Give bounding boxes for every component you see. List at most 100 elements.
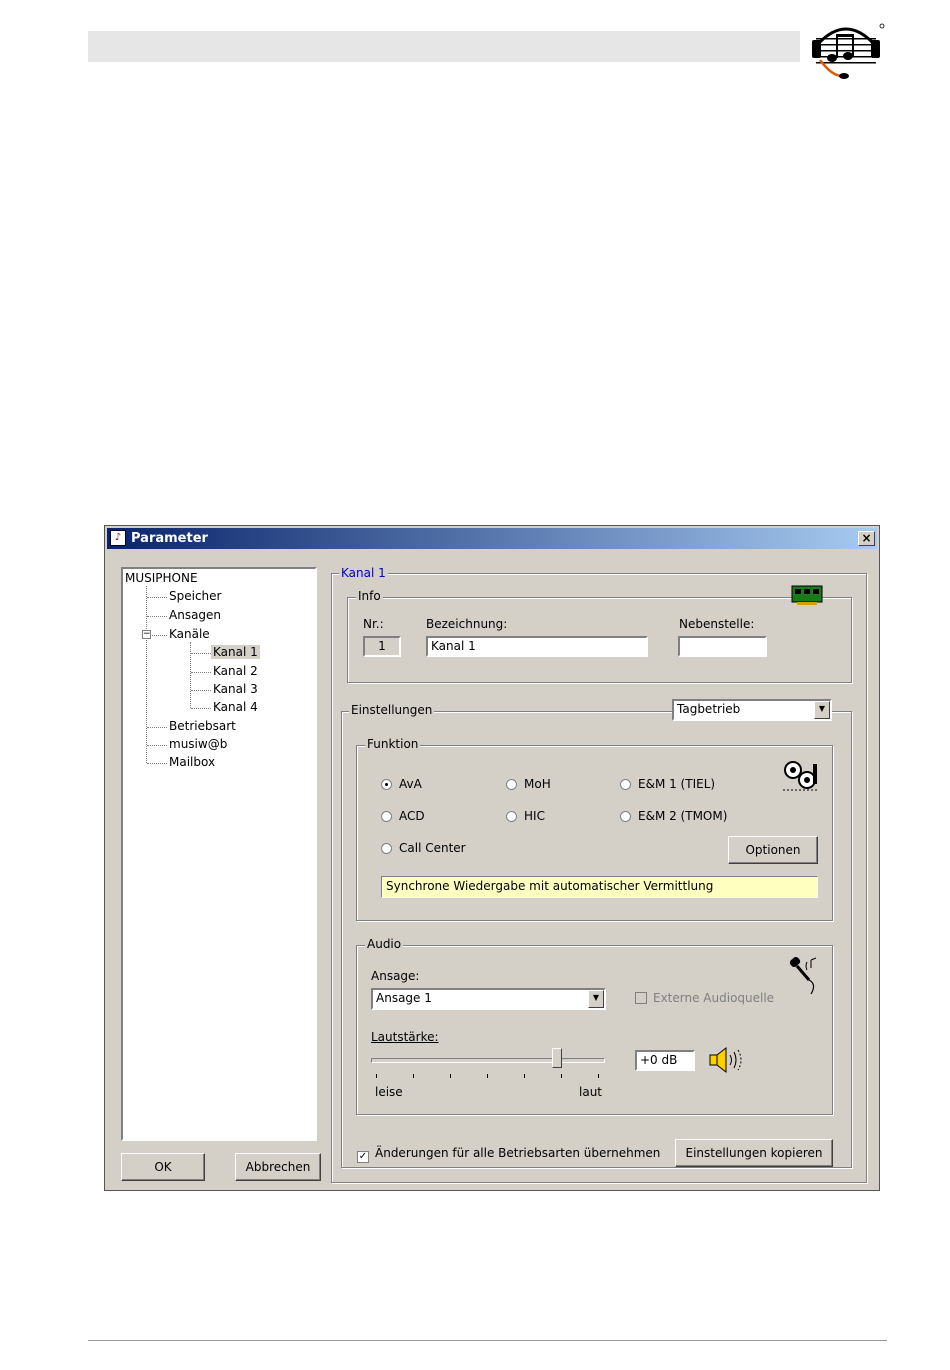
slider-max-label: laut — [579, 1085, 602, 1099]
slider-tick — [561, 1074, 562, 1078]
bezeichnung-label: Bezeichnung: — [426, 617, 508, 631]
slider-min-label: leise — [375, 1085, 403, 1099]
radio-em2-label: E&M 2 (TMOM) — [638, 809, 728, 823]
tree-connector — [191, 672, 211, 673]
cancel-button[interactable]: Abbrechen — [235, 1153, 321, 1181]
tree-connector — [147, 745, 167, 746]
alle-betriebsarten-label: Änderungen für alle Betriebsarten überne… — [375, 1146, 661, 1160]
slider-tick — [413, 1074, 414, 1078]
optionen-button[interactable]: Optionen — [728, 836, 818, 864]
function-description: Synchrone Wiedergabe mit automatischer V… — [381, 876, 818, 898]
radio-icon — [620, 811, 631, 822]
slider-tick — [487, 1074, 488, 1078]
radio-selected-icon — [381, 779, 392, 790]
radio-em1-label: E&M 1 (TIEL) — [638, 777, 716, 791]
betriebsart-select-value: Tagbetrieb — [677, 702, 741, 716]
externe-audioquelle-checkbox[interactable]: Externe Audioquelle — [635, 991, 774, 1005]
tree-item-ansagen[interactable]: Ansagen — [169, 608, 221, 622]
funktion-group-label: Funktion — [365, 737, 421, 751]
tree-item-kanaele[interactable]: Kanäle — [169, 627, 210, 641]
info-group-label: Info — [356, 589, 383, 603]
radio-em1[interactable]: E&M 1 (TIEL) — [620, 777, 715, 791]
slider-tick — [524, 1074, 525, 1078]
info-group: Info Nr.: 1 Bezeichnung: Kanal 1 Nebenst… — [347, 585, 852, 683]
tree-connector — [191, 653, 211, 654]
channel-panel: Kanal 1 Info Nr.: 1 Bezeichnung: Kanal 1… — [331, 566, 867, 1183]
app-icon: ♪ — [110, 530, 126, 546]
tree-connector — [152, 635, 167, 636]
telephone-tape-icon — [781, 758, 821, 794]
tree-connector — [147, 597, 167, 598]
volume-slider-track[interactable] — [371, 1058, 605, 1063]
radio-icon — [620, 779, 631, 790]
ansage-select[interactable]: Ansage 1 ▼ — [371, 988, 606, 1010]
radio-icon — [506, 779, 517, 790]
slider-tick — [376, 1074, 377, 1078]
radio-moh[interactable]: MoH — [506, 777, 551, 791]
radio-em2[interactable]: E&M 2 (TMOM) — [620, 809, 727, 823]
check-icon: ✓ — [357, 1151, 369, 1163]
channel-panel-title: Kanal 1 — [339, 566, 388, 580]
circuit-board-icon — [791, 584, 825, 606]
tree-item-kanal-2[interactable]: Kanal 2 — [213, 664, 258, 678]
einstellungen-group: Einstellungen Tagbetrieb ▼ Funktion AvA … — [341, 699, 852, 1168]
tree-item-mailbox[interactable]: Mailbox — [169, 755, 215, 769]
radio-ava-label: AvA — [399, 777, 422, 791]
tree-item-musiphone[interactable]: MUSIPHONE — [125, 571, 198, 585]
radio-icon — [381, 811, 392, 822]
tree-connector — [191, 690, 211, 691]
radio-ava[interactable]: AvA — [381, 777, 422, 791]
radio-acd[interactable]: ACD — [381, 809, 425, 823]
tree-item-kanal-3[interactable]: Kanal 3 — [213, 682, 258, 696]
chevron-down-icon[interactable]: ▼ — [588, 990, 604, 1008]
tree-item-musiwb[interactable]: musiw@b — [169, 737, 227, 751]
nr-label: Nr.: — [363, 617, 384, 631]
close-button[interactable]: × — [858, 531, 875, 546]
audio-group-label: Audio — [365, 937, 404, 951]
tree-connector — [191, 708, 211, 709]
db-value-field: +0 dB — [635, 1050, 695, 1071]
tree-item-betriebsart[interactable]: Betriebsart — [169, 719, 236, 733]
tree-connector — [146, 586, 147, 763]
tree-item-kanal-4[interactable]: Kanal 4 — [213, 700, 258, 714]
radio-icon — [506, 811, 517, 822]
chevron-down-icon[interactable]: ▼ — [814, 701, 830, 719]
navigation-tree[interactable]: MUSIPHONE Speicher Ansagen − Kanäle Kana… — [121, 567, 317, 1141]
ansage-select-value: Ansage 1 — [376, 991, 432, 1005]
dialog-title: Parameter — [131, 531, 208, 546]
microphone-icon — [785, 954, 821, 996]
tree-item-speicher[interactable]: Speicher — [169, 589, 221, 603]
tree-connector — [147, 616, 167, 617]
nebenstelle-label: Nebenstelle: — [679, 617, 755, 631]
radio-moh-label: MoH — [524, 777, 551, 791]
lautstaerke-label: Lautstärke: — [371, 1030, 439, 1044]
tree-connector — [147, 763, 167, 764]
tree-connector — [147, 727, 167, 728]
page-header-bar — [88, 31, 800, 62]
radio-icon — [381, 843, 392, 854]
speaker-icon — [708, 1046, 746, 1074]
ok-button[interactable]: OK — [121, 1153, 205, 1181]
einstellungen-kopieren-button[interactable]: Einstellungen kopieren — [675, 1139, 833, 1167]
music-notes-headset-logo-icon — [802, 14, 888, 84]
radio-call-center[interactable]: Call Center — [381, 841, 466, 855]
audio-group: Audio Ansage: Ansage 1 ▼ Externe Audioqu… — [356, 937, 833, 1115]
bezeichnung-input[interactable]: Kanal 1 — [426, 636, 648, 657]
radio-acd-label: ACD — [399, 809, 425, 823]
funktion-group: Funktion AvA MoH E&M 1 (TIEL) ACD HIC E&… — [356, 737, 833, 921]
collapse-icon[interactable]: − — [142, 630, 151, 639]
nr-field: 1 — [363, 636, 401, 657]
volume-slider-thumb[interactable] — [551, 1048, 562, 1068]
betriebsart-select[interactable]: Tagbetrieb ▼ — [672, 699, 832, 721]
einstellungen-group-label: Einstellungen — [349, 703, 435, 717]
footer-rule — [88, 1340, 887, 1341]
nebenstelle-input[interactable] — [678, 636, 767, 657]
tree-connector — [190, 642, 191, 708]
tree-item-kanal-1[interactable]: Kanal 1 — [211, 645, 260, 659]
title-bar[interactable]: ♪ Parameter × — [107, 528, 877, 549]
radio-hic[interactable]: HIC — [506, 809, 545, 823]
ansage-label: Ansage: — [371, 969, 420, 983]
radio-hic-label: HIC — [524, 809, 545, 823]
externe-audioquelle-label: Externe Audioquelle — [653, 991, 775, 1005]
alle-betriebsarten-checkbox[interactable]: ✓ Änderungen für alle Betriebsarten übern… — [357, 1146, 660, 1163]
